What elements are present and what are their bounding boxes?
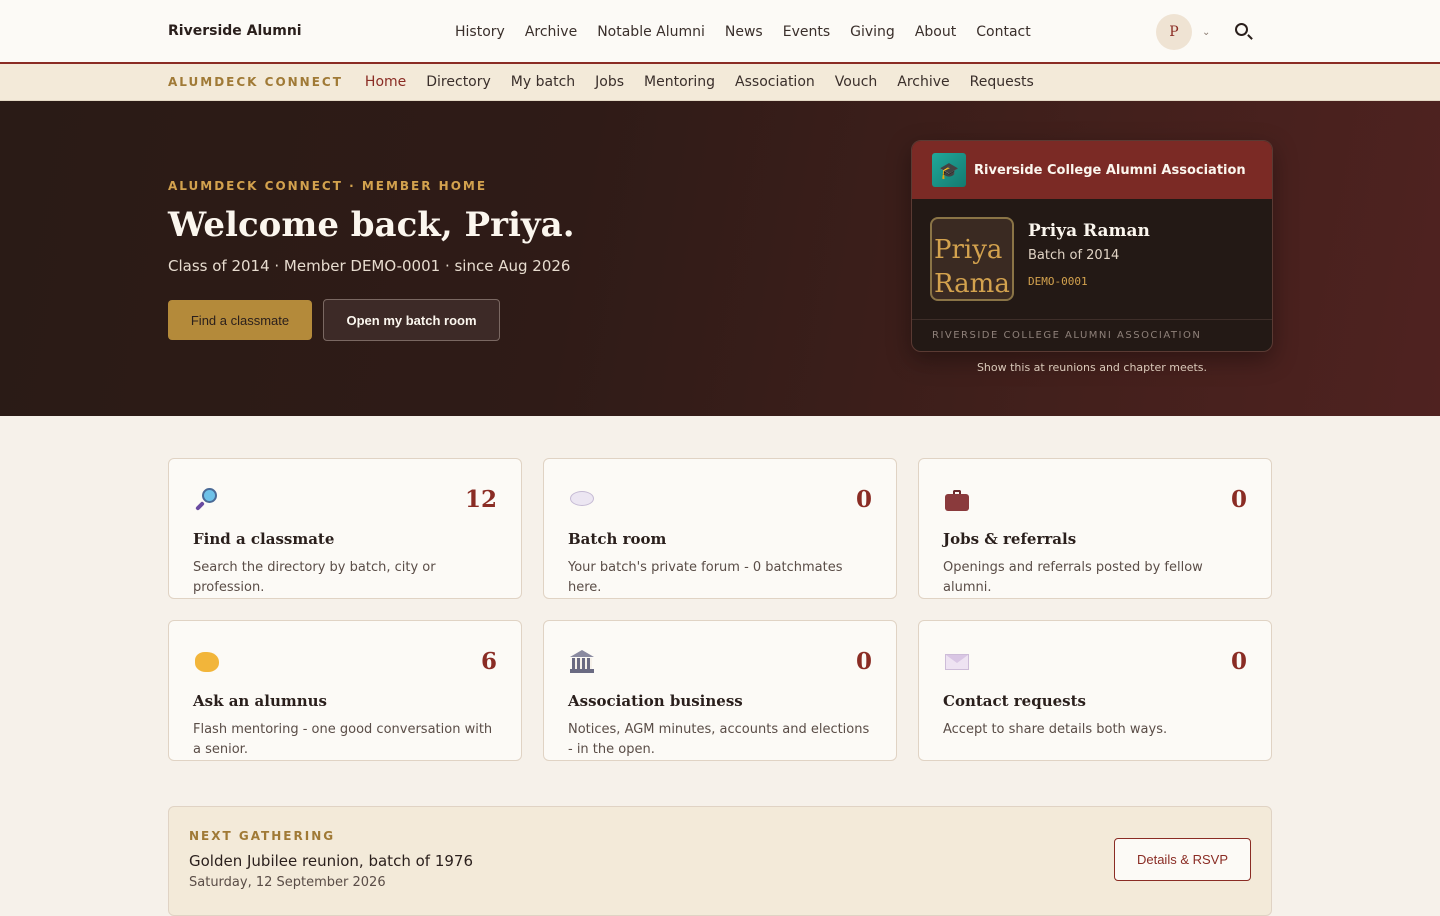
- tile-count: 12: [464, 486, 497, 513]
- page-title: Welcome back, Priya.: [168, 205, 575, 245]
- subnav-mentoring[interactable]: Mentoring: [644, 74, 715, 90]
- member-card-footer: RIVERSIDE COLLEGE ALUMNI ASSOCIATION: [912, 319, 1272, 351]
- nav-news[interactable]: News: [725, 24, 763, 40]
- tile-title: Ask an alumnus: [193, 692, 327, 710]
- tile-description: Accept to share details both ways.: [943, 722, 1168, 737]
- subnav-jobs[interactable]: Jobs: [595, 74, 624, 90]
- nav-giving[interactable]: Giving: [850, 24, 895, 40]
- subnav-home[interactable]: Home: [365, 74, 406, 90]
- find-classmate-button[interactable]: Find a classmate: [168, 300, 312, 340]
- tile-jobs-referrals[interactable]: 0 Jobs & referrals Openings and referral…: [918, 458, 1272, 599]
- tile-contact-requests[interactable]: 0 Contact requests Accept to share detai…: [918, 620, 1272, 761]
- open-batch-room-button[interactable]: Open my batch room: [323, 299, 500, 341]
- tile-title: Jobs & referrals: [943, 530, 1077, 548]
- tile-description: Flash mentoring - one good conversation …: [193, 722, 493, 757]
- tile-batch-room[interactable]: 0 Batch room Your batch's private forum …: [543, 458, 897, 599]
- tile-title: Find a classmate: [193, 530, 335, 548]
- nav-events[interactable]: Events: [783, 24, 830, 40]
- user-controls: P ⌄: [1156, 0, 1254, 64]
- subnav-requests[interactable]: Requests: [970, 74, 1034, 90]
- subnav-archive[interactable]: Archive: [897, 74, 949, 90]
- tile-count: 0: [1230, 648, 1247, 675]
- hero: ALUMDECK CONNECT · MEMBER HOME Welcome b…: [0, 101, 1440, 416]
- graduation-cap-icon: 🎓: [932, 153, 966, 187]
- tile-title: Association business: [568, 692, 743, 710]
- magnifier-icon: [195, 487, 221, 513]
- site-brand[interactable]: Riverside Alumni: [168, 23, 302, 39]
- tile-description: Your batch's private forum - 0 batchmate…: [568, 560, 843, 595]
- envelope-icon: [945, 649, 971, 675]
- gathering-title: Golden Jubilee reunion, batch of 1976: [189, 852, 473, 870]
- handshake-icon: [195, 649, 221, 675]
- tile-ask-alumnus[interactable]: 6 Ask an alumnus Flash mentoring - one g…: [168, 620, 522, 761]
- subnav-vouch[interactable]: Vouch: [835, 74, 878, 90]
- gathering-date: Saturday, 12 September 2026: [189, 875, 386, 890]
- tile-description: Search the directory by batch, city or p…: [193, 560, 436, 595]
- member-batch: Batch of 2014: [1028, 248, 1120, 263]
- chevron-down-icon[interactable]: ⌄: [1202, 27, 1214, 38]
- member-meta: Class of 2014 · Member DEMO-0001 · since…: [168, 257, 571, 275]
- member-card: 🎓 Riverside College Alumni Association P…: [911, 140, 1273, 352]
- feature-tiles: 12 Find a classmate Search the directory…: [168, 458, 1272, 761]
- nav-archive[interactable]: Archive: [525, 24, 577, 40]
- subnav-directory[interactable]: Directory: [426, 74, 491, 90]
- tile-title: Contact requests: [943, 692, 1086, 710]
- tile-count: 0: [855, 648, 872, 675]
- top-header: Riverside Alumni History Archive Notable…: [0, 0, 1440, 64]
- nav-notable-alumni[interactable]: Notable Alumni: [597, 24, 705, 40]
- nav-history[interactable]: History: [455, 24, 505, 40]
- tile-count: 0: [1230, 486, 1247, 513]
- member-card-org: Riverside College Alumni Association: [974, 162, 1246, 178]
- member-card-note: Show this at reunions and chapter meets.: [976, 361, 1208, 374]
- search-icon[interactable]: [1234, 22, 1254, 42]
- tile-title: Batch room: [568, 530, 667, 548]
- member-card-header: 🎓 Riverside College Alumni Association: [912, 141, 1272, 199]
- tile-count: 0: [855, 486, 872, 513]
- member-photo: Priya Raman: [930, 217, 1014, 301]
- member-photo-alt: Priya Raman: [934, 235, 1010, 299]
- member-id: DEMO-0001: [1028, 275, 1088, 288]
- connect-subnav: ALUMDECK CONNECT Home Directory My batch…: [0, 64, 1440, 101]
- nav-about[interactable]: About: [915, 24, 956, 40]
- details-rsvp-button[interactable]: Details & RSVP: [1114, 838, 1251, 881]
- nav-contact[interactable]: Contact: [976, 24, 1030, 40]
- main-nav: History Archive Notable Alumni News Even…: [455, 0, 1031, 64]
- subnav-association[interactable]: Association: [735, 74, 815, 90]
- tile-find-classmate[interactable]: 12 Find a classmate Search the directory…: [168, 458, 522, 599]
- gathering-label: NEXT GATHERING: [189, 829, 336, 843]
- hero-eyebrow: ALUMDECK CONNECT · MEMBER HOME: [168, 179, 488, 193]
- tile-description: Notices, AGM minutes, accounts and elect…: [568, 722, 870, 757]
- member-name: Priya Raman: [1028, 221, 1150, 241]
- subnav-label: ALUMDECK CONNECT: [168, 75, 343, 89]
- bank-icon: [570, 649, 596, 675]
- avatar[interactable]: P: [1156, 14, 1192, 50]
- speech-bubble-icon: [570, 487, 596, 513]
- subnav-my-batch[interactable]: My batch: [511, 74, 575, 90]
- tile-association-business[interactable]: 0 Association business Notices, AGM minu…: [543, 620, 897, 761]
- tile-description: Openings and referrals posted by fellow …: [943, 560, 1203, 595]
- tile-count: 6: [480, 648, 497, 675]
- briefcase-icon: [945, 487, 971, 513]
